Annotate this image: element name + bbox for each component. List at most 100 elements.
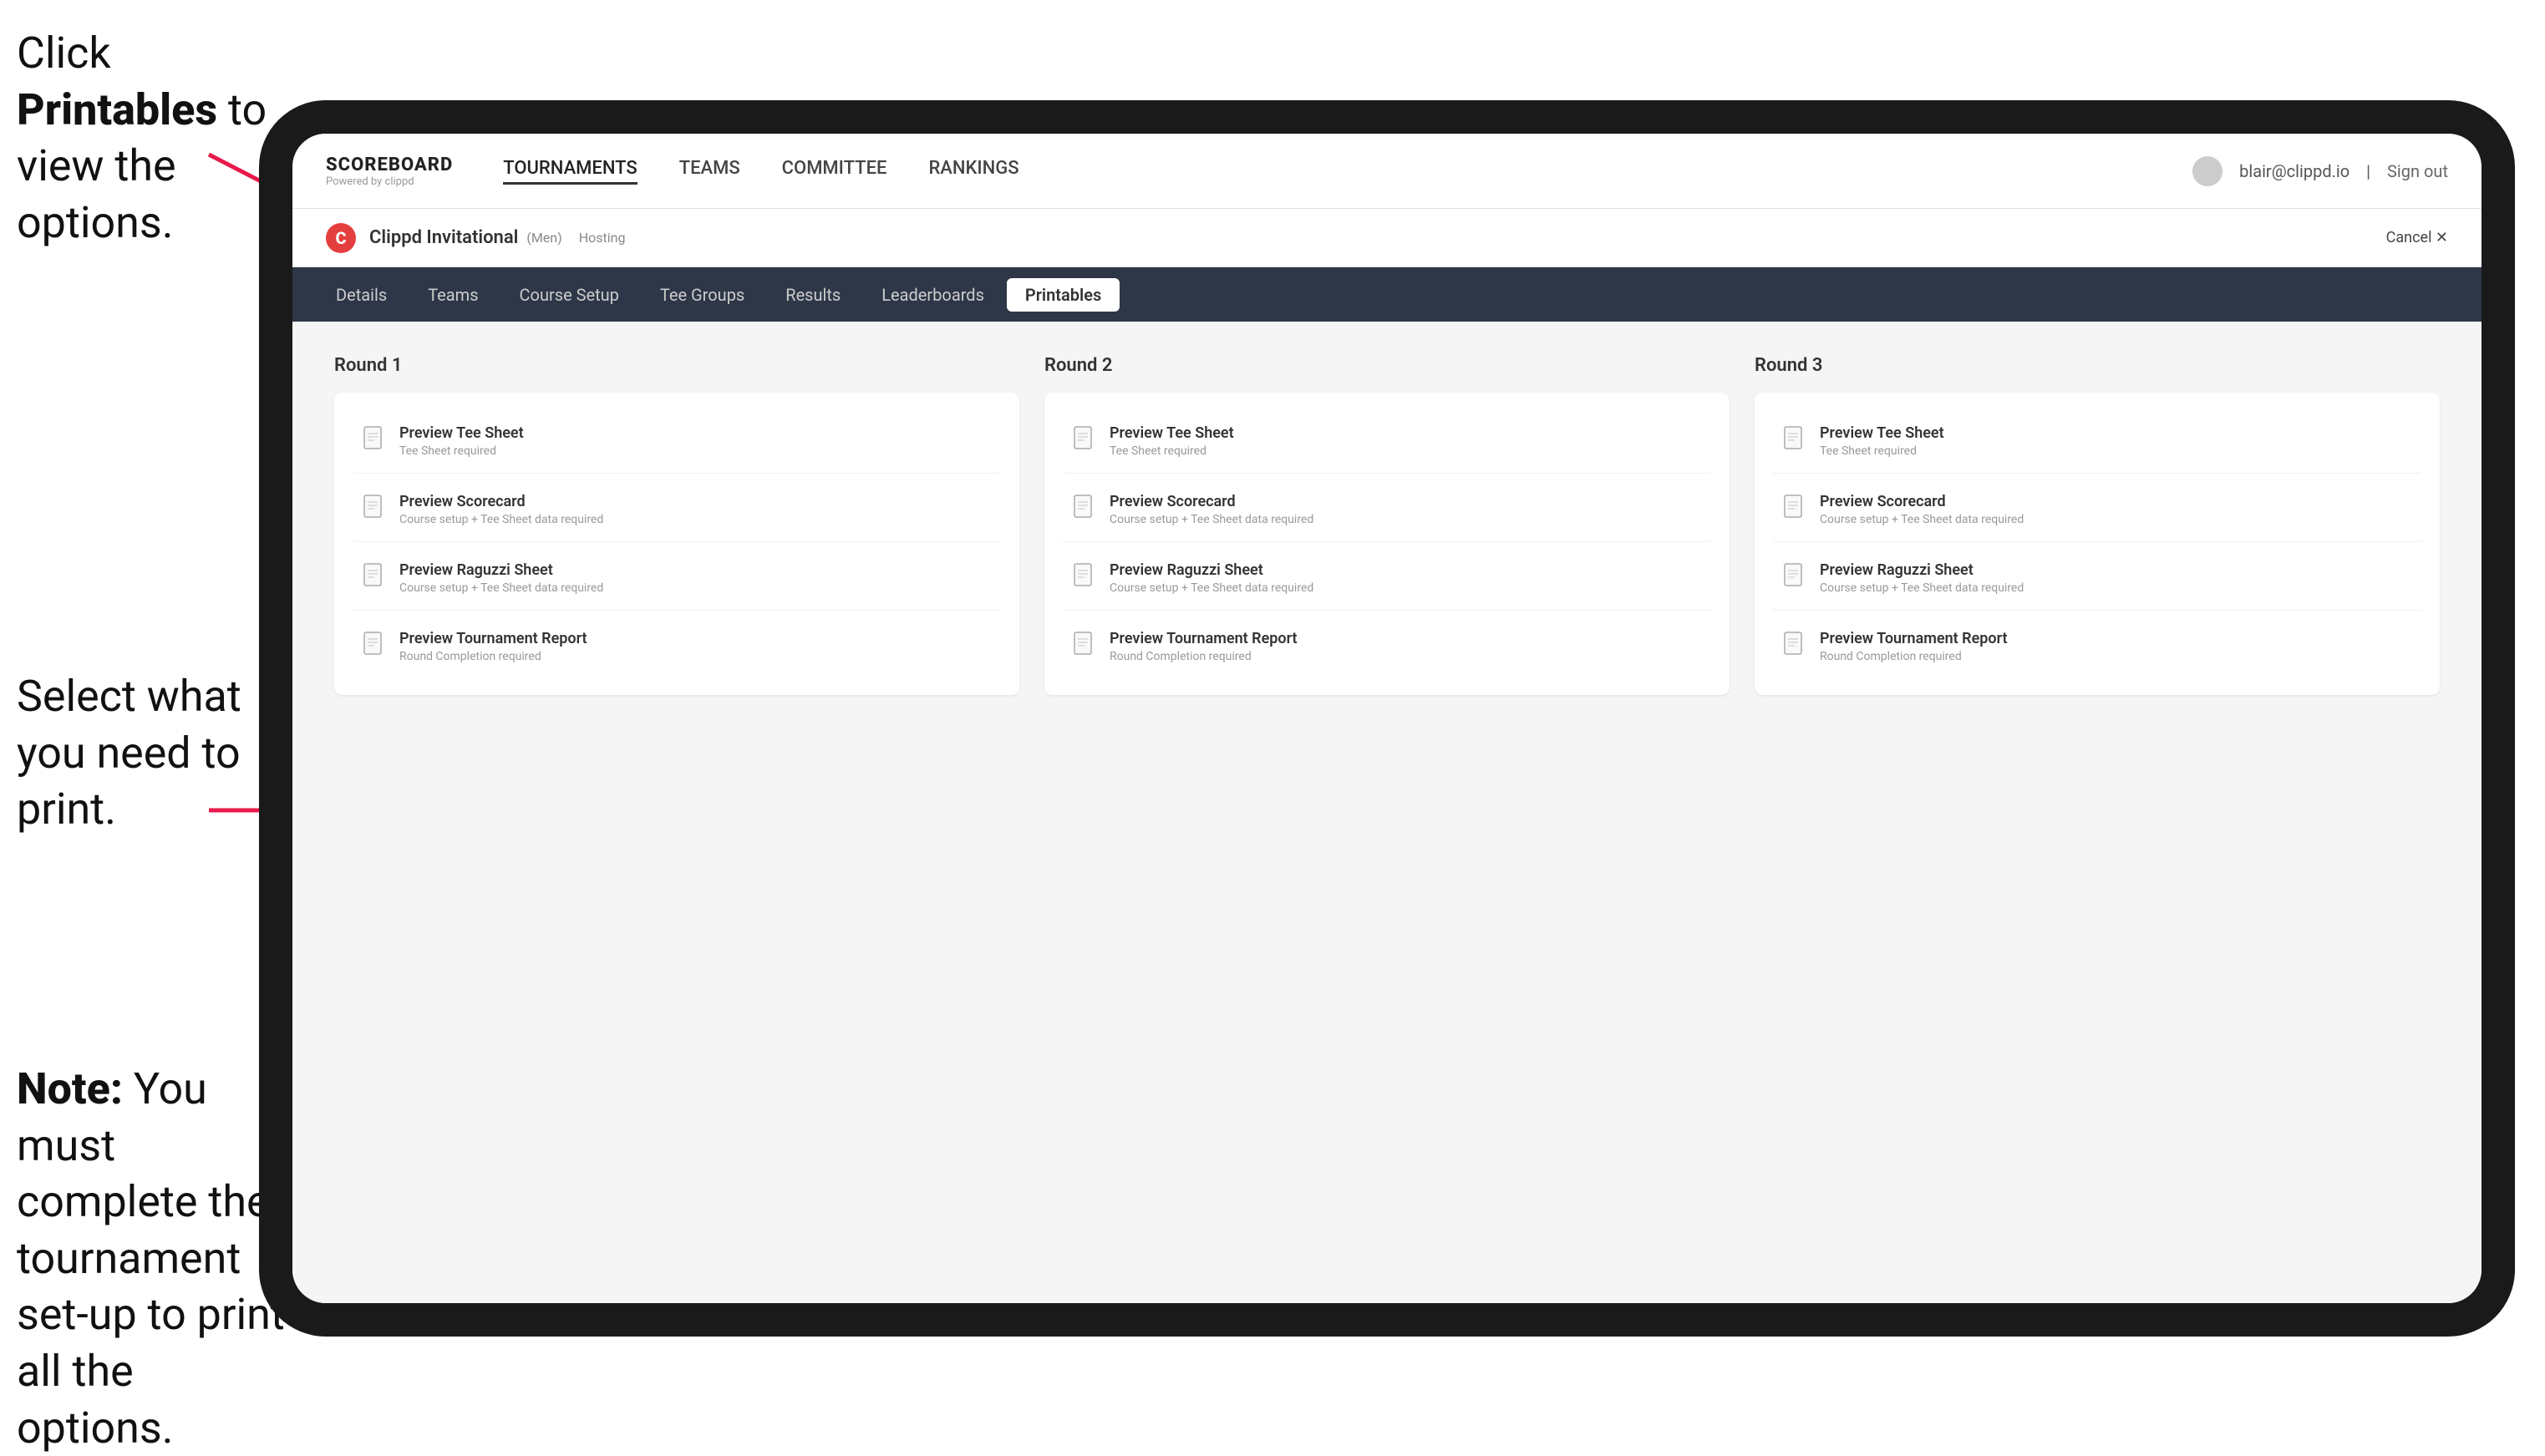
print-card-sub-r3-c3: Course setup + Tee Sheet data required: [1820, 581, 2024, 595]
print-card-content-r2-c3: Preview Raguzzi Sheet Course setup + Tee …: [1110, 561, 1313, 595]
nav-rankings[interactable]: RANKINGS: [928, 158, 1019, 185]
nav-committee[interactable]: COMMITTEE: [782, 158, 887, 185]
nav-right: blair@clippd.io | Sign out: [2192, 156, 2448, 186]
tablet-screen: SCOREBOARD Powered by clippd TOURNAMENTS…: [292, 134, 2482, 1303]
document-icon: [1783, 426, 1806, 453]
print-card-title-r3-c4: Preview Tournament Report: [1820, 630, 2008, 647]
tab-printables[interactable]: Printables: [1007, 278, 1120, 312]
tablet-device: SCOREBOARD Powered by clippd TOURNAMENTS…: [259, 100, 2515, 1337]
document-icon: [1783, 563, 1806, 590]
print-card-title-r1-c3: Preview Raguzzi Sheet: [399, 561, 603, 579]
print-card-content-r3-c3: Preview Raguzzi Sheet Course setup + Tee …: [1820, 561, 2024, 595]
scoreboard-logo: SCOREBOARD Powered by clippd: [326, 155, 453, 188]
print-card-r3-c4[interactable]: Preview Tournament Report Round Completio…: [1771, 615, 2423, 678]
tournament-bar: C Clippd Invitational (Men) Hosting Canc…: [292, 209, 2482, 267]
round-title-1: Round 1: [334, 355, 1019, 376]
content-area: Round 1 Preview Tee Sheet Tee Sheet requi…: [292, 322, 2482, 1303]
print-card-r2-c2[interactable]: Preview Scorecard Course setup + Tee Shee…: [1061, 478, 1713, 542]
document-icon: [363, 632, 386, 658]
logo-title: SCOREBOARD: [326, 155, 453, 175]
print-card-r1-c1[interactable]: Preview Tee Sheet Tee Sheet required: [351, 409, 1003, 474]
logo-sub: Powered by clippd: [326, 175, 453, 188]
rounds-grid: Round 1 Preview Tee Sheet Tee Sheet requi…: [334, 355, 2440, 695]
document-icon: [1073, 632, 1096, 658]
print-card-sub-r3-c4: Round Completion required: [1820, 650, 2008, 663]
tab-course-setup[interactable]: Course Setup: [501, 278, 638, 312]
separator: |: [2366, 161, 2370, 181]
sign-out-link[interactable]: Sign out: [2387, 161, 2448, 181]
print-card-sub-r1-c4: Round Completion required: [399, 650, 587, 663]
print-card-sub-r1-c2: Course setup + Tee Sheet data required: [399, 513, 603, 526]
print-card-content-r3-c2: Preview ScorecardCourse setup + Tee Shee…: [1820, 493, 2024, 526]
print-card-content-r2-c2: Preview Scorecard Course setup + Tee Shee…: [1110, 493, 1313, 526]
tab-details[interactable]: Details: [317, 278, 405, 312]
document-icon: [363, 563, 386, 590]
print-card-title-r1-c1: Preview Tee Sheet: [399, 424, 524, 442]
print-card-title-r1-c4: Preview Tournament Report: [399, 630, 587, 647]
document-icon: [1073, 563, 1096, 590]
print-card-title-r2-c1: Preview Tee Sheet: [1110, 424, 1234, 442]
print-card-sub-r3-c2: Course setup + Tee Sheet data required: [1820, 513, 2024, 526]
round-cards-1: Preview Tee Sheet Tee Sheet required Prev…: [334, 393, 1019, 695]
tab-leaderboards[interactable]: Leaderboards: [863, 278, 1003, 312]
print-card-title-r3-c1: Preview Tee Sheet: [1820, 424, 1944, 442]
nav-teams[interactable]: TEAMS: [679, 158, 740, 185]
print-card-sub-r1-c1: Tee Sheet required: [399, 444, 524, 458]
document-icon: [1783, 495, 1806, 521]
document-icon: [363, 495, 386, 521]
print-card-title-r2-c2: Preview Scorecard: [1110, 493, 1313, 510]
tab-tee-groups[interactable]: Tee Groups: [642, 278, 763, 312]
note-bold: Note:: [17, 1063, 123, 1114]
user-avatar: [2192, 156, 2222, 186]
tournament-name: Clippd Invitational: [369, 227, 518, 248]
print-card-r3-c1[interactable]: Preview Tee Sheet Tee Sheet required: [1771, 409, 2423, 474]
print-card-sub-r3-c1: Tee Sheet required: [1820, 444, 1944, 458]
print-card-content-r1-c3: Preview Raguzzi Sheet Course setup + Tee …: [399, 561, 603, 595]
round-cards-3: Preview Tee Sheet Tee Sheet required Prev…: [1755, 393, 2440, 695]
print-card-sub-r2-c2: Course setup + Tee Sheet data required: [1110, 513, 1313, 526]
print-card-r3-c3[interactable]: Preview Raguzzi Sheet Course setup + Tee …: [1771, 546, 2423, 611]
nav-tournaments[interactable]: TOURNAMENTS: [503, 158, 637, 185]
print-card-r1-c3[interactable]: Preview Raguzzi Sheet Course setup + Tee …: [351, 546, 1003, 611]
print-card-r3-c2[interactable]: Preview ScorecardCourse setup + Tee Shee…: [1771, 478, 2423, 542]
print-card-title-r3-c3: Preview Raguzzi Sheet: [1820, 561, 2024, 579]
print-card-content-r1-c1: Preview Tee Sheet Tee Sheet required: [399, 424, 524, 458]
round-column-2: Round 2 Preview Tee Sheet Tee Sheet requi…: [1044, 355, 1730, 695]
document-icon: [363, 426, 386, 453]
round-title-2: Round 2: [1044, 355, 1730, 376]
print-card-r2-c4[interactable]: Preview Tournament ReportRound Completio…: [1061, 615, 1713, 678]
document-icon: [1073, 495, 1096, 521]
round-cards-2: Preview Tee Sheet Tee Sheet required Prev…: [1044, 393, 1730, 695]
print-card-sub-r2-c3: Course setup + Tee Sheet data required: [1110, 581, 1313, 595]
top-nav: SCOREBOARD Powered by clippd TOURNAMENTS…: [292, 134, 2482, 209]
print-card-content-r1-c2: Preview Scorecard Course setup + Tee Shee…: [399, 493, 603, 526]
print-card-r1-c2[interactable]: Preview Scorecard Course setup + Tee Shee…: [351, 478, 1003, 542]
printables-bold: Printables: [17, 84, 217, 135]
document-icon: [1783, 632, 1806, 658]
print-card-r2-c3[interactable]: Preview Raguzzi Sheet Course setup + Tee …: [1061, 546, 1713, 611]
print-card-content-r2-c1: Preview Tee Sheet Tee Sheet required: [1110, 424, 1234, 458]
instruction-bottom: Note: You must complete the tournament s…: [17, 1061, 292, 1456]
print-card-content-r3-c4: Preview Tournament Report Round Completio…: [1820, 630, 2008, 663]
tab-teams[interactable]: Teams: [409, 278, 496, 312]
round-column-1: Round 1 Preview Tee Sheet Tee Sheet requi…: [334, 355, 1019, 695]
print-card-title-r1-c2: Preview Scorecard: [399, 493, 603, 510]
nav-links: TOURNAMENTS TEAMS COMMITTEE RANKINGS: [503, 158, 2192, 185]
print-card-title-r2-c3: Preview Raguzzi Sheet: [1110, 561, 1313, 579]
print-card-content-r3-c1: Preview Tee Sheet Tee Sheet required: [1820, 424, 1944, 458]
user-email: blair@clippd.io: [2239, 161, 2349, 181]
print-card-sub-r2-c1: Tee Sheet required: [1110, 444, 1234, 458]
print-card-content-r1-c4: Preview Tournament Report Round Completio…: [399, 630, 587, 663]
tab-results[interactable]: Results: [767, 278, 859, 312]
print-card-sub-r1-c3: Course setup + Tee Sheet data required: [399, 581, 603, 595]
print-card-title-r2-c4: Preview Tournament Report: [1110, 630, 1298, 647]
round-title-3: Round 3: [1755, 355, 2440, 376]
tournament-logo: C: [326, 223, 356, 253]
cancel-button[interactable]: Cancel ✕: [2386, 229, 2448, 246]
document-icon: [1073, 426, 1096, 453]
tournament-status: Hosting: [579, 230, 626, 246]
print-card-r1-c4[interactable]: Preview Tournament Report Round Completio…: [351, 615, 1003, 678]
print-card-r2-c1[interactable]: Preview Tee Sheet Tee Sheet required: [1061, 409, 1713, 474]
print-card-content-r2-c4: Preview Tournament ReportRound Completio…: [1110, 630, 1298, 663]
round-column-3: Round 3 Preview Tee Sheet Tee Sheet requi…: [1755, 355, 2440, 695]
